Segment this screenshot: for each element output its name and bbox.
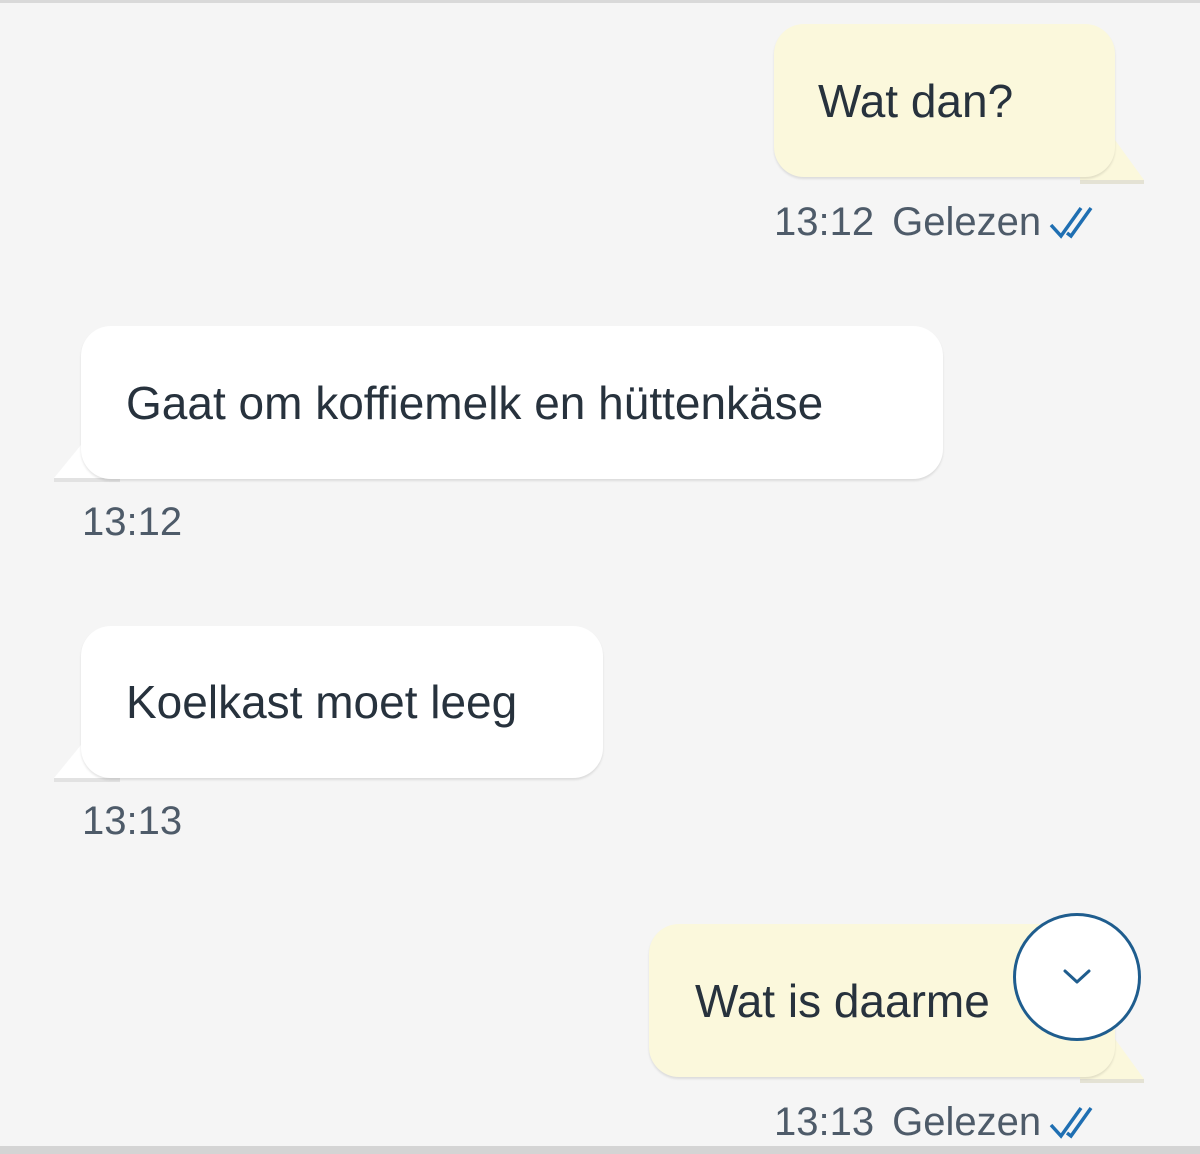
message-text: Koelkast moet leeg — [126, 676, 518, 728]
message-meta: 13:12 — [82, 502, 182, 542]
double-check-icon — [1049, 205, 1097, 239]
double-check-icon — [1049, 1105, 1097, 1139]
message-text: Wat is daarme — [695, 974, 990, 1027]
message-text: Gaat om koffiemelk en hüttenkäse — [126, 376, 824, 429]
read-status: Gelezen — [892, 1100, 1042, 1144]
message-time: 13:13 — [82, 799, 183, 843]
message-meta: 13:13 — [82, 801, 182, 841]
scroll-to-bottom-button[interactable] — [1013, 913, 1141, 1041]
message-text: Wat dan? — [818, 74, 1014, 127]
outgoing-message-bubble[interactable]: Wat dan? — [774, 24, 1115, 177]
message-time: 13:12 — [774, 200, 875, 244]
bottom-divider — [0, 1146, 1200, 1154]
incoming-message-bubble[interactable]: Gaat om koffiemelk en hüttenkäse — [81, 326, 943, 479]
message-time: 13:13 — [774, 1100, 875, 1144]
message-meta: 13:13 Gelezen — [774, 1102, 1097, 1142]
chevron-down-icon — [1062, 968, 1092, 986]
message-meta: 13:12 Gelezen — [774, 202, 1097, 242]
message-time: 13:12 — [82, 500, 183, 544]
top-divider — [0, 0, 1200, 3]
read-status: Gelezen — [892, 200, 1042, 244]
incoming-message-bubble[interactable]: Koelkast moet leeg — [81, 626, 603, 778]
